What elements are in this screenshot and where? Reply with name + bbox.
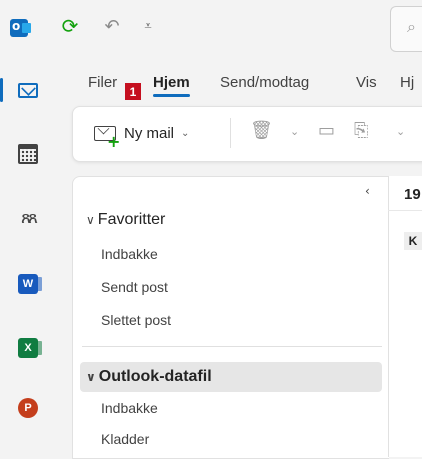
search-box[interactable]: ⌕ [390,6,422,52]
excel-icon: X [18,338,42,358]
word-app-button[interactable]: W [0,264,56,304]
search-icon: ⌕ [407,19,416,36]
title-bar: ⟳ ↶ ⩡ ⌕ [0,0,422,58]
people-app-button[interactable]: ጸጸ [0,198,56,238]
chevron-down-icon[interactable]: ⌄ [396,125,405,138]
folder-item[interactable]: Kladder [101,431,149,447]
tab-filer[interactable]: Filer [88,74,117,91]
mail-icon [18,82,38,98]
ribbon-tabs: Filer Hjem Send/modtag Vis Hj [56,68,422,102]
favorites-header[interactable]: ∨ Favoritter [86,211,165,229]
chevron-down-icon[interactable]: ⌄ [181,128,189,139]
chevron-down-icon: ∨ [86,370,96,384]
chevron-down-icon: ∨ [86,213,95,227]
chevron-down-icon[interactable]: ⌄ [290,125,299,138]
list-divider [388,210,422,211]
outlook-logo-icon [10,19,31,37]
keytip-badge: 1 [125,83,141,100]
section-divider [82,346,382,347]
date-group-header: 19 [404,186,421,203]
excel-app-button[interactable]: X [0,328,56,368]
folder-item[interactable]: Slettet post [101,312,171,328]
sync-icon[interactable]: ⟳ [58,14,82,38]
folder-item[interactable]: Indbakke [101,400,158,416]
tab-vis[interactable]: Vis [356,74,377,91]
calendar-icon [18,144,38,164]
move-icon[interactable]: ⎘ [354,120,368,141]
mail-app-button[interactable] [0,70,56,110]
ribbon-divider [230,118,231,148]
folder-item[interactable]: Sendt post [101,279,168,295]
collapse-pane-icon[interactable]: ‹ [365,184,370,198]
new-mail-label: Ny mail [124,124,175,142]
app-rail: ጸጸ W X P [0,58,56,457]
people-icon: ጸጸ [21,208,38,228]
avatar: K [404,232,422,250]
archive-icon[interactable]: ▭ [318,120,335,141]
word-icon: W [18,274,42,294]
powerpoint-app-button[interactable]: P [0,388,56,428]
tab-send-modtag[interactable]: Send/modtag [220,74,309,91]
delete-icon[interactable]: 🗑 [250,120,273,141]
tab-overflow[interactable]: Hj [400,74,414,91]
calendar-app-button[interactable] [0,134,56,174]
powerpoint-icon: P [18,398,38,418]
customize-quick-access-icon[interactable]: ⩡ [136,14,160,38]
folder-item[interactable]: Indbakke [101,246,158,262]
datafile-header[interactable]: ∨ Outlook-datafil [86,368,212,386]
new-mail-button[interactable]: + Ny mail ⌄ [94,118,189,151]
new-mail-icon: + [94,125,120,151]
tab-hjem[interactable]: Hjem [153,74,190,97]
message-list [388,176,422,457]
undo-icon[interactable]: ↶ [100,14,124,38]
